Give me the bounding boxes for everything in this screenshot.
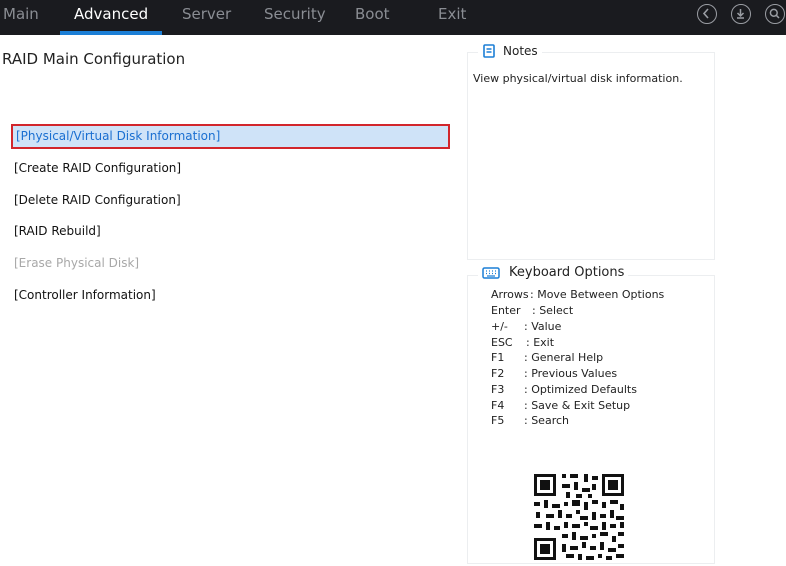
keyboard-option-desc: : Value bbox=[524, 320, 562, 333]
keyboard-option-desc: : Optimized Defaults bbox=[524, 383, 637, 396]
keyboard-option-desc: : Select bbox=[532, 304, 574, 317]
keyboard-option-desc: : General Help bbox=[524, 351, 604, 364]
keyboard-option-key: Enter bbox=[491, 304, 521, 317]
tab-advanced[interactable]: Advanced bbox=[59, 0, 163, 35]
menu-item-delete-raid-configuration[interactable]: [Delete RAID Configuration] bbox=[14, 193, 181, 207]
keyboard-option-key: F1 bbox=[491, 351, 505, 364]
keyboard-options-title: Keyboard Options bbox=[509, 265, 625, 280]
keyboard-option-row: F1 : General Help bbox=[491, 351, 603, 364]
menu-item-controller-information[interactable]: [Controller Information] bbox=[14, 288, 156, 302]
tab-server[interactable]: Server bbox=[182, 0, 231, 35]
keyboard-option-row: F2 : Previous Values bbox=[491, 367, 617, 380]
keyboard-option-key: +/- bbox=[491, 320, 508, 333]
search-icon[interactable] bbox=[765, 4, 785, 24]
keyboard-option-desc: : Move Between Options bbox=[530, 288, 665, 301]
menu-item-erase-physical-disk: [Erase Physical Disk] bbox=[14, 256, 140, 270]
keyboard-options-header: Keyboard Options bbox=[478, 265, 629, 280]
keyboard-option-row: F3 : Optimized Defaults bbox=[491, 383, 637, 396]
keyboard-option-row: Arrows: Move Between Options bbox=[491, 288, 664, 301]
keyboard-option-key: F2 bbox=[491, 367, 505, 380]
notes-text: View physical/virtual disk information. bbox=[473, 72, 683, 85]
menu-item-physical-virtual-disk-information[interactable]: [Physical/Virtual Disk Information] bbox=[11, 124, 450, 149]
top-navigation-bar: Main Advanced Server Security Boot Exit bbox=[0, 0, 786, 35]
keyboard-option-row: F5 : Search bbox=[491, 414, 569, 427]
keyboard-option-row: Enter : Select bbox=[491, 304, 573, 317]
keyboard-option-row: F4 : Save & Exit Setup bbox=[491, 399, 630, 412]
menu-item-create-raid-configuration[interactable]: [Create RAID Configuration] bbox=[14, 161, 181, 175]
keyboard-option-key: ESC bbox=[491, 336, 513, 349]
keyboard-option-row: +/- : Value bbox=[491, 320, 561, 333]
menu-item-raid-rebuild[interactable]: [RAID Rebuild] bbox=[14, 224, 101, 238]
keyboard-option-key: F5 bbox=[491, 414, 505, 427]
keyboard-option-desc: : Exit bbox=[526, 336, 555, 349]
download-icon[interactable] bbox=[731, 4, 751, 24]
keyboard-option-key: F3 bbox=[491, 383, 505, 396]
tab-main[interactable]: Main bbox=[3, 0, 39, 35]
keyboard-icon bbox=[482, 266, 500, 280]
back-icon[interactable] bbox=[697, 4, 717, 24]
keyboard-option-key: F4 bbox=[491, 399, 505, 412]
tab-exit[interactable]: Exit bbox=[438, 0, 466, 35]
notes-panel-header: Notes bbox=[478, 44, 542, 58]
keyboard-option-row: ESC : Exit bbox=[491, 336, 554, 349]
keyboard-option-desc: : Previous Values bbox=[524, 367, 618, 380]
page-title: RAID Main Configuration bbox=[2, 50, 186, 68]
keyboard-option-key: Arrows bbox=[491, 288, 529, 301]
notes-icon bbox=[482, 44, 496, 58]
tab-security[interactable]: Security bbox=[264, 0, 326, 35]
keyboard-option-desc: : Search bbox=[524, 414, 569, 427]
keyboard-option-desc: : Save & Exit Setup bbox=[524, 399, 631, 412]
tab-boot[interactable]: Boot bbox=[355, 0, 390, 35]
qr-code-image bbox=[526, 462, 632, 562]
notes-title: Notes bbox=[503, 44, 538, 58]
